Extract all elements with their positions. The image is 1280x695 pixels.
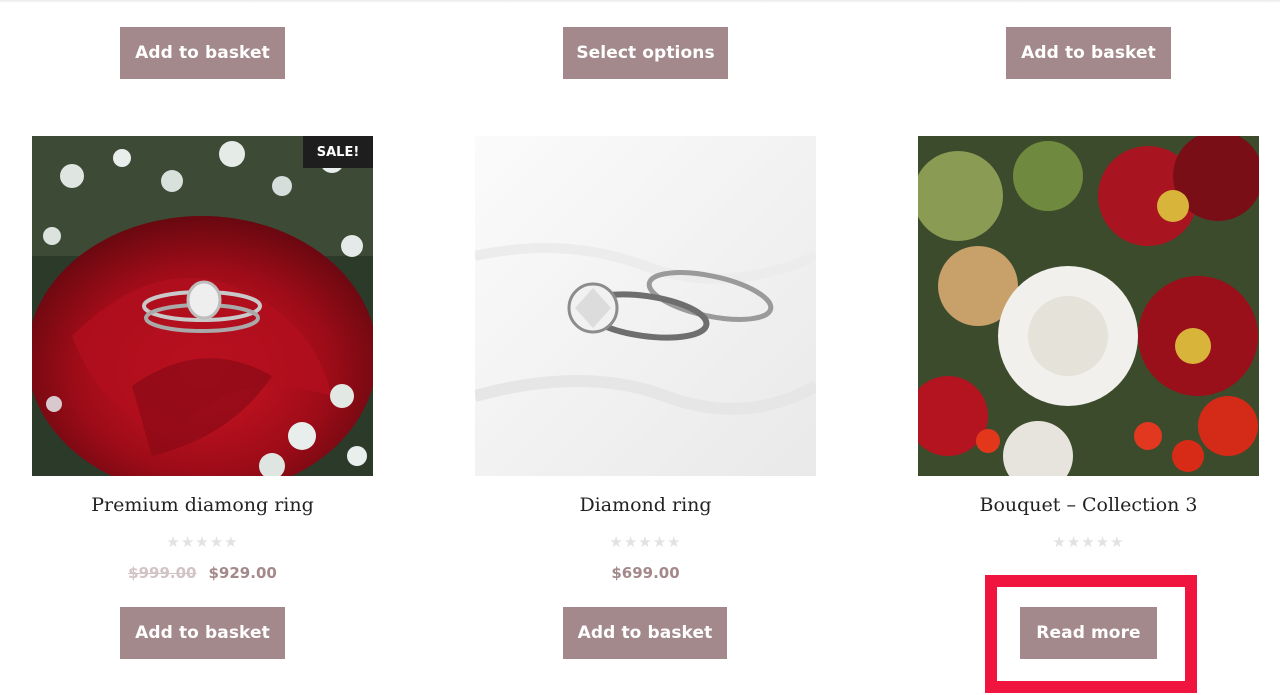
product-image-bouquet[interactable]	[918, 136, 1259, 476]
sale-price: $929.00	[208, 564, 277, 582]
product-image-premium-ring[interactable]: SALE!	[32, 136, 373, 476]
add-to-basket-button-top-1[interactable]: Add to basket	[120, 27, 285, 79]
select-options-button-top-2[interactable]: Select options	[563, 27, 728, 79]
price-premium-ring: $999.00 $929.00	[32, 564, 373, 582]
add-to-basket-button-premium-ring[interactable]: Add to basket	[120, 607, 285, 659]
old-price: $999.00	[128, 564, 197, 582]
rating-stars-premium-ring: ★★★★★	[166, 533, 239, 551]
product-title-bouquet[interactable]: Bouquet – Collection 3	[918, 494, 1259, 516]
highlight-box	[985, 575, 1197, 693]
add-to-basket-button-diamond-ring[interactable]: Add to basket	[563, 607, 727, 659]
product-title-diamond-ring[interactable]: Diamond ring	[475, 494, 816, 516]
rating-stars-bouquet: ★★★★★	[1052, 533, 1125, 551]
product-image-diamond-ring[interactable]	[475, 136, 816, 476]
product-title-premium-ring[interactable]: Premium diamong ring	[32, 494, 373, 516]
price-diamond-ring: $699.00	[611, 564, 680, 582]
top-fade-divider	[0, 0, 1280, 3]
sale-badge: SALE!	[303, 136, 373, 168]
add-to-basket-button-top-3[interactable]: Add to basket	[1006, 27, 1171, 79]
rating-stars-diamond-ring: ★★★★★	[609, 533, 682, 551]
